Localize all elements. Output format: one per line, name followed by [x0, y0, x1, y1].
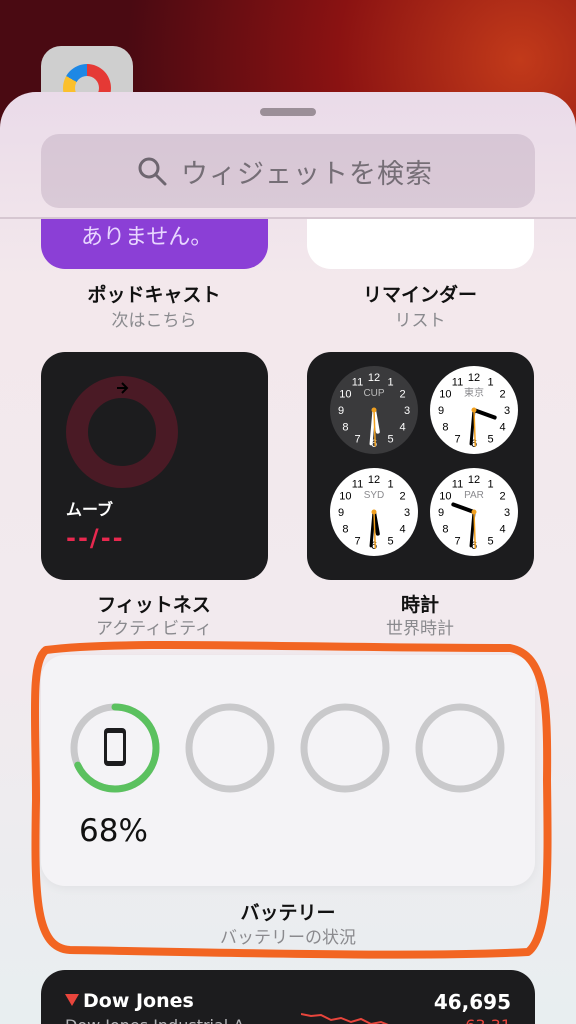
svg-text:2: 2	[500, 491, 506, 503]
svg-text:11: 11	[352, 376, 363, 388]
svg-text:9: 9	[438, 507, 444, 519]
svg-text:3: 3	[404, 507, 410, 519]
clock-subtitle: 世界時計	[386, 619, 454, 639]
svg-text:11: 11	[452, 478, 463, 490]
svg-text:8: 8	[342, 422, 348, 434]
stocks-widget[interactable]: Dow Jones 46,695 Dow Jones Industrial A.…	[41, 970, 535, 1024]
svg-text:9: 9	[338, 405, 344, 417]
svg-text:12: 12	[468, 474, 480, 486]
svg-text:12: 12	[468, 372, 480, 384]
svg-text:5: 5	[387, 536, 393, 548]
svg-text:10: 10	[439, 389, 451, 401]
battery-subtitle: バッテリーの状況	[220, 928, 356, 948]
svg-text:7: 7	[354, 434, 360, 446]
svg-text:2: 2	[400, 389, 406, 401]
stock-change: -63.31	[459, 1016, 511, 1024]
clock-face: 1234567891011 12東京	[430, 366, 518, 454]
svg-text:10: 10	[439, 491, 451, 503]
podcast-widget[interactable]: ありません。	[41, 219, 268, 269]
svg-text:8: 8	[442, 524, 448, 536]
move-ring-icon	[66, 376, 178, 488]
svg-text:9: 9	[438, 405, 444, 417]
svg-text:4: 4	[500, 524, 506, 536]
clock-city-label: SYD	[364, 490, 385, 501]
clock-city-label: 東京	[464, 386, 484, 399]
empty-device-ring	[415, 703, 505, 793]
svg-text:4: 4	[400, 422, 406, 434]
battery-percent: 68%	[79, 813, 148, 849]
reminders-widget[interactable]	[307, 219, 534, 269]
world-clock-widget[interactable]: 1 2 3 4 5 6 7 8 9 10 11 12 CUP 1 2 3 4 5 6 7 8 9 10 11 12 東京 1 2 3 4 5…	[307, 352, 534, 580]
podcast-title: ポッドキャスト	[87, 284, 221, 306]
svg-text:3: 3	[404, 405, 410, 417]
battery-title: バッテリー	[240, 902, 336, 924]
stock-sparkline	[301, 1013, 402, 1024]
svg-text:10: 10	[339, 389, 351, 401]
svg-text:1: 1	[487, 478, 493, 490]
clock-faces: 1234567891011 12CUP1234567891011 12東京12345…	[330, 366, 518, 556]
svg-text:1: 1	[387, 478, 393, 490]
svg-text:8: 8	[442, 422, 448, 434]
clock-city-label: CUP	[363, 388, 384, 399]
svg-text:12: 12	[368, 474, 380, 486]
svg-text:3: 3	[504, 507, 510, 519]
stock-name: Dow Jones	[83, 990, 194, 1012]
svg-text:11: 11	[452, 376, 463, 388]
svg-text:5: 5	[487, 536, 493, 548]
clock-title: 時計	[400, 594, 439, 616]
sheet-grabber[interactable]	[260, 108, 316, 116]
battery-widget[interactable]: 68%	[41, 655, 535, 886]
stock-description: Dow Jones Industrial A...	[65, 1016, 259, 1024]
podcast-preview-text: ありません。	[81, 225, 213, 250]
svg-text:4: 4	[400, 524, 406, 536]
svg-text:3: 3	[504, 405, 510, 417]
move-value: --/--	[66, 524, 125, 552]
svg-text:8: 8	[342, 524, 348, 536]
svg-text:1: 1	[487, 376, 493, 388]
search-field[interactable]: ウィジェットを検索	[41, 134, 535, 208]
svg-text:5: 5	[387, 434, 393, 446]
move-label: ムーブ	[66, 500, 114, 519]
fitness-widget[interactable]: ムーブ --/--	[41, 352, 268, 580]
down-triangle-icon	[65, 994, 79, 1006]
svg-text:7: 7	[454, 536, 460, 548]
fitness-title: フィットネス	[97, 594, 211, 616]
svg-text:9: 9	[338, 507, 344, 519]
clock-face: 1234567891011 12PAR	[430, 468, 518, 556]
reminders-title: リマインダー	[362, 284, 477, 306]
svg-text:11: 11	[352, 478, 363, 490]
clock-face: 1234567891011 12CUP	[330, 366, 418, 454]
empty-device-ring	[300, 703, 390, 793]
stock-value: 46,695	[433, 990, 511, 1014]
svg-text:1: 1	[387, 376, 393, 388]
svg-text:12: 12	[368, 372, 380, 384]
svg-text:2: 2	[500, 389, 506, 401]
search-icon	[138, 157, 167, 186]
fitness-subtitle: アクティビティ	[95, 619, 213, 639]
svg-text:10: 10	[339, 491, 351, 503]
svg-text:5: 5	[487, 434, 493, 446]
clock-face: 1234567891011 12SYD	[330, 468, 418, 556]
svg-text:7: 7	[354, 536, 360, 548]
podcast-subtitle: 次はこちら	[111, 311, 197, 331]
battery-rings	[70, 703, 505, 793]
search-placeholder: ウィジェットを検索	[181, 158, 433, 190]
svg-text:7: 7	[454, 434, 460, 446]
svg-text:4: 4	[500, 422, 506, 434]
empty-device-ring	[185, 703, 275, 793]
svg-text:2: 2	[400, 491, 406, 503]
clock-city-label: PAR	[464, 490, 484, 501]
reminders-subtitle: リスト	[394, 311, 446, 331]
